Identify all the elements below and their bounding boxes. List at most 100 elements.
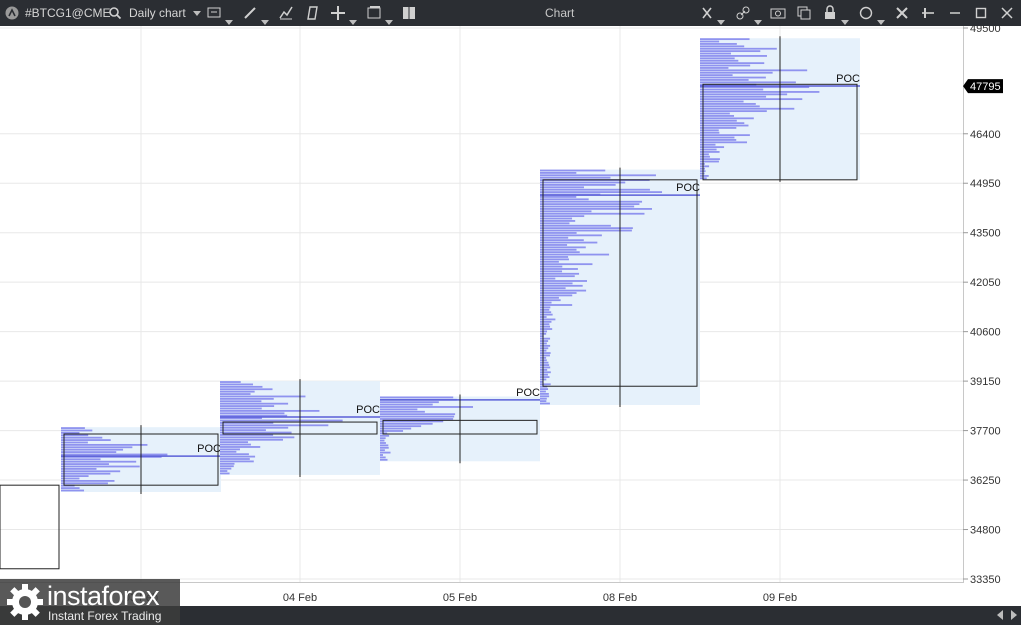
profile-day [0,484,60,570]
profile-bar [380,425,422,428]
profile-bar [700,110,767,113]
profile-bar [700,105,760,108]
price-chart[interactable]: POC POC POC POC POC 49500 46400 44950 43500 4205… [0,26,1021,606]
profile-bar [700,69,808,72]
profile-bar [380,427,412,430]
profile-bar [540,392,549,395]
profile-bar [540,344,551,347]
profile-bar [220,381,241,383]
link-icon[interactable] [735,0,762,26]
profile-bar [700,91,820,93]
symbol-selector[interactable]: #BTCG1@CME [25,0,111,26]
profile-bar [380,422,433,425]
profile-bar [61,434,89,437]
pin-icon[interactable] [920,0,936,26]
book-icon[interactable] [401,0,417,26]
minimize-icon[interactable] [948,0,962,26]
profile-bar [220,446,261,448]
profile-bar [220,383,254,386]
profile-bar [540,313,553,316]
profile-bar [700,67,729,69]
profile-bar [540,304,573,306]
profile-bar [220,390,255,393]
profile-bar [540,181,626,184]
x-tick-label: 05 Feb [443,592,477,604]
profile-bar [540,395,550,398]
close-icon[interactable] [1000,0,1014,26]
profile-bar [540,272,580,275]
template-icon[interactable] [304,0,320,26]
profile-bar [540,186,584,189]
profile-bar [540,171,577,174]
profile-bar [61,427,85,429]
copy-icon[interactable] [796,0,812,26]
profile-bar [700,74,733,77]
profile-bar [700,64,751,67]
profile-bar [220,407,262,410]
camera-icon[interactable] [770,0,786,26]
profile-bar [380,458,388,461]
profile-day: POC [380,387,540,464]
profile-bar [540,364,550,366]
profile-bar [700,163,705,165]
timeframe-selector[interactable]: Daily chart [129,0,201,26]
profile-bar [700,52,731,55]
profile-bar [540,311,552,314]
profile-day: POC [540,167,700,407]
profile-bar [61,472,111,475]
app-logo-icon[interactable] [4,0,20,26]
profile-bar [380,408,418,411]
profile-bar [61,489,85,492]
profile-bar [700,117,754,120]
profile-bar [61,470,121,473]
profile-bar [700,148,717,151]
profile-bar [540,366,551,369]
profile-bar [540,236,569,239]
x-tick-label: 09 Feb [763,592,797,604]
time-axis[interactable]: 03 Feb04 Feb05 Feb08 Feb09 Feb [124,592,797,604]
profile-bar [220,409,320,412]
profile-bar [220,405,275,407]
price-axis[interactable]: 49500 46400 44950 43500 42050 40600 39150 37700… [963,26,1001,586]
profile-bar [380,396,454,399]
profile-bar [700,38,750,41]
crosshair-icon[interactable] [330,0,357,26]
profile-day: POC [700,36,860,182]
y-tick-label: 33350 [970,574,1001,586]
layout-icon[interactable] [366,0,393,26]
profile-bar [61,475,89,477]
cursor-icon[interactable] [700,0,725,26]
profile-bar [220,467,232,470]
price-tag-label: 47795 [970,81,1001,93]
search-icon[interactable] [108,0,122,26]
profile-bar [61,436,103,439]
tools-icon[interactable] [894,0,910,26]
profile-bar [61,443,148,446]
watermark-tagline: Instant Forex Trading [48,609,162,623]
profile-bar [220,419,343,422]
profile-bar [540,232,577,234]
profile-bar [540,292,577,294]
profile-bar [61,487,80,489]
scroll-left-icon[interactable] [997,610,1003,620]
profile-bar [380,442,386,444]
chart-type-icon[interactable] [206,0,233,26]
profile-bar [380,406,474,408]
profile-bar [220,397,274,400]
profile-bar [700,76,766,79]
profile-bar [540,320,552,323]
profile-bar [61,441,88,444]
profile-bar [61,465,140,468]
watermark-logo: instaforex Instant Forex Trading [0,579,180,625]
y-tick-label: 36250 [970,475,1001,487]
profile-bar [540,352,551,354]
scroll-right-icon[interactable] [1011,610,1017,620]
circle-icon[interactable] [858,0,885,26]
maximize-icon[interactable] [974,0,988,26]
indicators-icon[interactable] [278,0,294,26]
profile-bar [700,98,803,101]
profile-bar [540,301,552,304]
lock-icon[interactable] [822,0,849,26]
pencil-icon[interactable] [242,0,269,26]
profile-bar [220,429,266,432]
